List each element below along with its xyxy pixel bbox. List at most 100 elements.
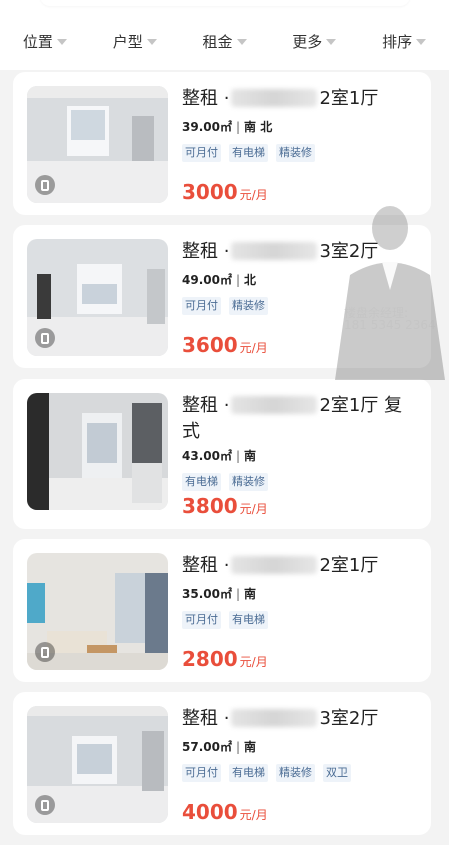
listing-card[interactable]: 整租 · 2室1厅 复式 43.00㎡ | 南 有电梯 精装修 3800 元/月 — [13, 379, 431, 529]
tag: 有电梯 — [229, 611, 268, 629]
listing-tags: 可月付 精装修 — [182, 297, 268, 315]
filter-more[interactable]: 更多 — [292, 31, 337, 52]
listing-title: 整租 · 2室1厅 复式 — [182, 393, 412, 445]
meta-divider: | — [235, 449, 241, 463]
listing-area: 35.00㎡ — [182, 587, 232, 601]
filter-label: 户型 — [112, 32, 143, 51]
meta-divider: | — [235, 120, 241, 134]
price-value: 3000 — [182, 180, 238, 204]
listing-area: 39.00㎡ — [182, 120, 232, 134]
vr-icon — [35, 795, 55, 815]
title-prefix: 整租 · — [182, 555, 230, 576]
price-value: 4000 — [182, 800, 238, 824]
tag: 可月付 — [182, 297, 221, 315]
blurred-community-name — [231, 396, 318, 414]
listing-tags: 有电梯 精装修 — [182, 473, 268, 491]
title-prefix: 整租 · — [182, 241, 230, 262]
blurred-community-name — [231, 709, 318, 727]
listing-card[interactable]: 整租 · 2室1厅 35.00㎡ | 南 可月付 有电梯 2800 元/月 — [13, 539, 431, 682]
filter-label: 租金 — [202, 32, 233, 51]
listing-price: 3800 元/月 — [182, 494, 268, 518]
tag: 精装修 — [276, 144, 315, 162]
listing-orientation: 南 — [244, 587, 257, 601]
filter-label: 位置 — [22, 32, 53, 51]
listing-price: 2800 元/月 — [182, 647, 268, 671]
listing-meta: 39.00㎡ | 南 北 — [182, 118, 272, 135]
price-value: 3800 — [182, 494, 238, 518]
tag: 精装修 — [229, 473, 268, 491]
tag: 精装修 — [229, 297, 268, 315]
listing-card[interactable]: 整租 · 3室2厅 57.00㎡ | 南 可月付 有电梯 精装修 双卫 4000 元/月 — [13, 692, 431, 835]
caret-down-icon — [236, 39, 247, 45]
filter-row: 位置 户型 租金 更多 排序 — [0, 27, 449, 55]
price-value: 2800 — [182, 647, 238, 671]
listing-price: 3600 元/月 — [182, 333, 268, 357]
title-layout: 3室2厅 — [319, 241, 379, 262]
caret-down-icon — [146, 39, 157, 45]
title-layout: 3室2厅 — [319, 708, 379, 729]
listing-tags: 可月付 有电梯 — [182, 611, 268, 629]
price-unit: 元/月 — [239, 655, 268, 669]
listing-title: 整租 · 3室2厅 — [182, 239, 412, 265]
filter-bar: 位置 户型 租金 更多 排序 — [0, 0, 449, 70]
vr-icon — [35, 175, 55, 195]
title-prefix: 整租 · — [182, 395, 230, 416]
caret-down-icon — [326, 39, 337, 45]
title-layout: 2室1厅 — [319, 88, 379, 109]
listing-meta: 57.00㎡ | 南 — [182, 738, 256, 755]
listing-card[interactable]: 整租 · 3室2厅 49.00㎡ | 北 可月付 精装修 3600 元/月 — [13, 225, 431, 368]
listing-title: 整租 · 2室1厅 — [182, 86, 412, 112]
tag: 有电梯 — [182, 473, 221, 491]
title-prefix: 整租 · — [182, 708, 230, 729]
listing-title: 整租 · 2室1厅 — [182, 553, 412, 579]
listing-photo — [27, 239, 168, 356]
listing-card[interactable]: 整租 · 2室1厅 39.00㎡ | 南 北 可月付 有电梯 精装修 3000 元/月 — [13, 72, 431, 215]
tag: 精装修 — [276, 764, 315, 782]
vr-icon — [35, 328, 55, 348]
listing-meta: 43.00㎡ | 南 — [182, 447, 256, 464]
listing-orientation: 南 — [244, 740, 257, 754]
listing-orientation: 南 — [244, 449, 257, 463]
blurred-community-name — [231, 89, 318, 107]
vr-icon — [35, 642, 55, 662]
listing-area: 43.00㎡ — [182, 449, 232, 463]
filter-location[interactable]: 位置 — [23, 31, 67, 52]
listing-orientation: 南 北 — [244, 120, 273, 134]
tag: 可月付 — [182, 144, 221, 162]
price-unit: 元/月 — [239, 808, 268, 822]
listing-price: 3000 元/月 — [182, 180, 268, 204]
listing-photo — [27, 706, 168, 823]
listing-meta: 49.00㎡ | 北 — [182, 271, 256, 288]
filter-label: 排序 — [382, 32, 413, 51]
filter-rent[interactable]: 租金 — [202, 31, 247, 52]
meta-divider: | — [235, 273, 241, 287]
caret-down-icon — [56, 39, 67, 45]
meta-divider: | — [235, 587, 241, 601]
price-value: 3600 — [182, 333, 238, 357]
listing-photo — [27, 553, 168, 670]
listing-price: 4000 元/月 — [182, 800, 268, 824]
filter-layout[interactable]: 户型 — [113, 31, 157, 52]
price-unit: 元/月 — [239, 341, 268, 355]
listing-photo — [27, 393, 168, 510]
blurred-community-name — [231, 556, 318, 574]
listing-area: 57.00㎡ — [182, 740, 232, 754]
listing-photo — [27, 86, 168, 203]
title-layout: 2室1厅 — [319, 555, 379, 576]
tag: 可月付 — [182, 611, 221, 629]
search-bar-remnant — [40, 0, 410, 6]
filter-sort[interactable]: 排序 — [382, 31, 427, 52]
tag: 有电梯 — [229, 144, 268, 162]
listing-meta: 35.00㎡ | 南 — [182, 585, 256, 602]
caret-down-icon — [416, 39, 427, 45]
listing-area: 49.00㎡ — [182, 273, 232, 287]
price-unit: 元/月 — [239, 188, 268, 202]
listing-orientation: 北 — [244, 273, 257, 287]
listing-tags: 可月付 有电梯 精装修 — [182, 144, 315, 162]
price-unit: 元/月 — [239, 502, 268, 516]
meta-divider: | — [235, 740, 241, 754]
title-prefix: 整租 · — [182, 88, 230, 109]
tag: 双卫 — [323, 764, 351, 782]
listing-tags: 可月付 有电梯 精装修 双卫 — [182, 764, 351, 782]
filter-label: 更多 — [292, 32, 323, 51]
